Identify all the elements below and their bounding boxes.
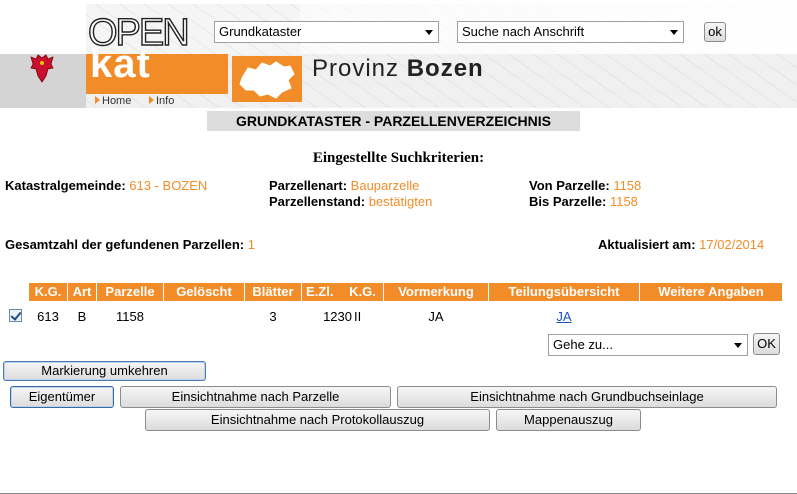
parzellenart-label: Parzellenart: [269, 178, 348, 193]
goto-select[interactable]: Gehe zu... [548, 334, 748, 356]
col-header-ezl: E.Zl. [302, 283, 342, 301]
cell-teilung: JA [489, 309, 639, 324]
nav-info-link[interactable]: Info [149, 95, 174, 107]
bis-parzelle-value: 1158 [609, 194, 638, 209]
summary-total: Gesamtzahl der gefundenen Parzellen: 1 [5, 237, 255, 252]
parzellenart-value: Bauparzelle [350, 178, 420, 193]
col-header-kg: K.G. [29, 283, 67, 301]
von-parzelle-label: Von Parzelle: [529, 178, 610, 193]
eagle-coat-of-arms-icon [30, 54, 54, 83]
col-header-weitere-angaben: Weitere Angaben [640, 283, 782, 301]
nav-home-label: Home [102, 95, 132, 107]
total-label: Gesamtzahl der gefundenen Parzellen: [5, 237, 245, 252]
cell-art: B [77, 309, 87, 324]
view-by-land-register-button[interactable]: Einsichtnahme nach Grundbuchseinlage [397, 386, 777, 408]
criteria-katastralgemeinde: Katastralgemeinde: 613 - BOZEN [5, 178, 207, 193]
search-mode-select[interactable]: Suche nach Anschrift [457, 21, 684, 43]
bis-parzelle-label: Bis Parzelle: [529, 194, 607, 209]
cell-ezl: 1230 [323, 309, 352, 324]
goto-ok-button[interactable]: OK [753, 333, 780, 355]
logo-kat-text: kat [90, 42, 151, 86]
cell-parzelle: 1158 [116, 309, 144, 324]
cell-kg: 613 [37, 309, 59, 324]
summary-updated: Aktualisiert am: 17/02/2014 [598, 237, 764, 252]
brand-provinz: Provinz [312, 55, 400, 82]
col-header-kg2: K.G. [342, 283, 383, 301]
katastralgemeinde-value: 613 - BOZEN [129, 178, 208, 193]
col-header-teilungsuebersicht: Teilungsübersicht [489, 283, 639, 301]
page-title: GRUNDKATASTER - PARZELLENVERZEICHNIS [207, 111, 580, 131]
map-extract-button[interactable]: Mappenauszug [496, 409, 641, 431]
row-checkbox[interactable] [9, 309, 22, 322]
search-mode-select-value: Suche nach Anschrift [462, 24, 585, 39]
total-value: 1 [247, 237, 255, 252]
col-header-vormerkung: Vormerkung [384, 283, 488, 301]
col-header-blaetter: Blätter [245, 283, 301, 301]
col-header-parzelle: Parzelle [97, 283, 163, 301]
cell-vormerkung: JA [428, 309, 444, 324]
chevron-down-icon [425, 30, 433, 35]
criteria-bis-parzelle: Bis Parzelle: 1158 [529, 194, 638, 209]
chevron-down-icon [670, 30, 678, 35]
chevron-down-icon [734, 343, 742, 348]
south-tyrol-map-icon [239, 61, 295, 99]
invert-selection-button[interactable]: Markierung umkehren [3, 361, 206, 381]
criteria-parzellenstand: Parzellenstand: bestätigten [269, 194, 432, 209]
cell-blaetter: 3 [269, 309, 277, 324]
parzellenstand-label: Parzellenstand: [269, 194, 366, 209]
brand-bozen: Bozen [406, 55, 484, 82]
owner-button[interactable]: Eigentümer [10, 386, 114, 408]
kataster-select-value: Grundkataster [219, 24, 302, 39]
brand-line: Provinz Bozen [312, 55, 484, 83]
view-by-parcel-button[interactable]: Einsichtnahme nach Parzelle [120, 386, 391, 408]
criteria-parzellenart: Parzellenart: Bauparzelle [269, 178, 419, 193]
col-header-art: Art [68, 283, 96, 301]
katastralgemeinde-label: Katastralgemeinde: [5, 178, 126, 193]
triangle-right-icon [149, 96, 154, 104]
goto-select-value: Gehe zu... [553, 337, 613, 352]
criteria-von-parzelle: Von Parzelle: 1158 [529, 178, 641, 193]
nav-home-link[interactable]: Home [95, 95, 131, 107]
teilung-link[interactable]: JA [556, 309, 571, 324]
criteria-title: Eingestellte Suchkriterien: [312, 150, 485, 166]
nav-info-label: Info [156, 95, 175, 107]
triangle-right-icon [95, 96, 100, 104]
header-ok-button[interactable]: ok [704, 22, 726, 42]
von-parzelle-value: 1158 [613, 178, 642, 193]
updated-value: 17/02/2014 [699, 237, 765, 252]
kataster-select[interactable]: Grundkataster [214, 21, 439, 43]
cell-kg2: II [354, 309, 362, 324]
updated-label: Aktualisiert am: [598, 237, 696, 252]
view-by-protocol-button[interactable]: Einsichtnahme nach Protokollauszug [145, 409, 490, 431]
parzellenstand-value: bestätigten [368, 194, 433, 209]
col-header-geloescht: Gelöscht [164, 283, 244, 301]
